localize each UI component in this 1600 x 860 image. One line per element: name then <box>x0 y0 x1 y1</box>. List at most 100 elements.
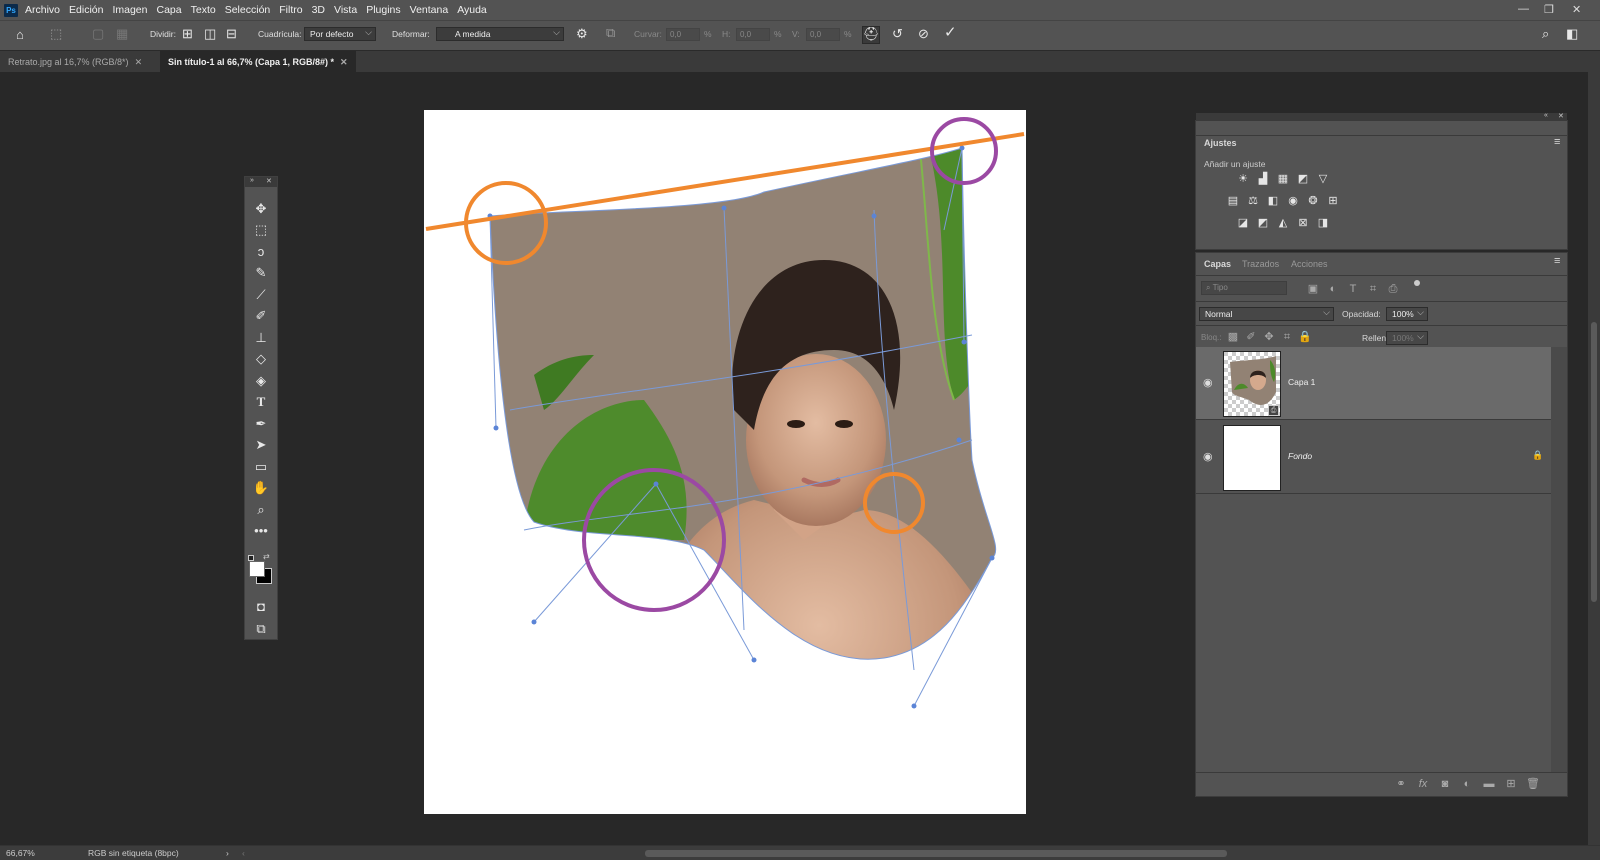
layer-row-capa-1[interactable]: ◉ ⎙ Capa 1 <box>1196 347 1551 419</box>
photo-filter-icon[interactable]: ◉ <box>1286 195 1300 207</box>
status-arrow-icon[interactable]: › <box>226 848 229 858</box>
scroll-thumb[interactable] <box>1591 322 1597 602</box>
path-select-tool-icon[interactable]: ➤ <box>245 435 277 455</box>
brightness-icon[interactable]: ☀ <box>1236 173 1250 185</box>
toolbar-header[interactable]: » ✕ <box>245 177 277 187</box>
tab-capas[interactable]: Capas <box>1204 259 1231 269</box>
color-balance-icon[interactable]: ⚖ <box>1246 195 1260 207</box>
eye-icon[interactable]: ◉ <box>1203 450 1213 463</box>
commit-check-icon[interactable]: ✓ <box>944 25 957 40</box>
lasso-tool-icon[interactable]: ↄ <box>245 242 277 262</box>
document-canvas[interactable] <box>424 110 1026 814</box>
link-layers-icon[interactable]: ⚭ <box>1394 778 1408 790</box>
menu-seleccion[interactable]: Selección <box>225 4 271 16</box>
panel-menu-icon[interactable]: ≡ <box>1554 136 1560 148</box>
menu-plugins[interactable]: Plugins <box>366 4 400 16</box>
add-mask-icon[interactable]: ◙ <box>1438 778 1452 790</box>
gradient-map-icon[interactable]: ⊠ <box>1296 217 1310 229</box>
layer-filter-select[interactable]: ⌕ Tipo <box>1201 281 1287 295</box>
new-group-icon[interactable]: ▬ <box>1482 778 1496 790</box>
lock-artboard-icon[interactable]: ⌗ <box>1280 331 1294 343</box>
rectangle-tool-icon[interactable]: ▭ <box>245 457 277 477</box>
layers-scrollbar[interactable] <box>1551 347 1567 772</box>
reset-icon[interactable]: ↺ <box>892 27 903 41</box>
warped-image[interactable] <box>424 110 1026 814</box>
swap-colors-icon[interactable]: ⇄ <box>263 552 270 561</box>
filter-toggle-icon[interactable] <box>1414 280 1420 286</box>
menu-texto[interactable]: Texto <box>191 4 216 16</box>
menu-imagen[interactable]: Imagen <box>112 4 147 16</box>
tab-ajustes[interactable]: Ajustes <box>1204 138 1237 148</box>
close-panel-icon[interactable]: ✕ <box>266 177 272 185</box>
marquee-tool-icon[interactable]: ⬚ <box>245 220 277 240</box>
cancel-icon[interactable]: ⊘ <box>918 27 929 41</box>
more-tools-icon[interactable]: ••• <box>245 521 277 541</box>
warp-select[interactable]: A medida <box>436 27 564 41</box>
quick-select-tool-icon[interactable]: ✎ <box>245 263 277 283</box>
h-input[interactable]: 0,0 <box>736 28 770 41</box>
move-tool-icon[interactable]: ✥ <box>245 199 277 219</box>
minimize-icon[interactable]: — <box>1518 3 1529 15</box>
menu-vista[interactable]: Vista <box>334 4 357 16</box>
lock-icon[interactable]: 🔒 <box>1532 450 1543 461</box>
hue-saturation-icon[interactable]: ▤ <box>1226 195 1240 207</box>
hand-tool-icon[interactable]: ✋ <box>245 478 277 498</box>
close-tab-icon[interactable]: ✕ <box>135 57 143 67</box>
eye-icon[interactable]: ◉ <box>1203 376 1213 389</box>
menu-ayuda[interactable]: Ayuda <box>457 4 487 16</box>
menu-3d[interactable]: 3D <box>312 4 325 16</box>
quick-mask-icon[interactable]: ◘ <box>245 597 277 617</box>
bend-input[interactable]: 0,0 <box>666 28 700 41</box>
menu-capa[interactable]: Capa <box>157 4 182 16</box>
invert-icon[interactable]: ◪ <box>1236 217 1250 229</box>
levels-icon[interactable]: ▟ <box>1256 173 1270 185</box>
opacity-input[interactable]: 100% <box>1386 307 1428 321</box>
filter-shape-icon[interactable]: ⌗ <box>1366 283 1380 295</box>
puppet-warp-icon[interactable]: ⛑ <box>862 26 880 44</box>
layer-style-icon[interactable]: fx <box>1416 778 1430 790</box>
brush-tool-icon[interactable]: ✐ <box>245 306 277 326</box>
type-tool-icon[interactable]: T <box>245 392 277 412</box>
menu-filtro[interactable]: Filtro <box>279 4 302 16</box>
grid-select[interactable]: Por defecto <box>304 27 376 41</box>
split-vertical-icon[interactable]: ◫ <box>204 27 216 41</box>
home-icon[interactable]: ⌂ <box>16 28 24 42</box>
close-panel-icon[interactable]: ✕ <box>1558 112 1564 120</box>
warp-orientation-icon[interactable]: ⧉ <box>606 26 615 40</box>
menu-archivo[interactable]: Archivo <box>25 4 60 16</box>
black-white-icon[interactable]: ◧ <box>1266 195 1280 207</box>
collapse-icon[interactable]: » <box>250 177 254 184</box>
tab-sin-titulo[interactable]: Sin título-1 al 66,7% (Capa 1, RGB/8#) *… <box>160 51 356 73</box>
stamp-tool-icon[interactable]: ⊥ <box>245 328 277 348</box>
channel-mixer-icon[interactable]: ❂ <box>1306 195 1320 207</box>
restore-icon[interactable]: ❐ <box>1544 3 1554 16</box>
exposure-icon[interactable]: ◩ <box>1296 173 1310 185</box>
filter-pixel-icon[interactable]: ▣ <box>1306 283 1320 295</box>
tab-acciones[interactable]: Acciones <box>1291 259 1328 269</box>
split-horizontal-icon[interactable]: ⊟ <box>226 27 237 41</box>
selective-color-icon[interactable]: ◨ <box>1316 217 1330 229</box>
horizontal-scroll-thumb[interactable] <box>645 850 1227 857</box>
blend-mode-select[interactable]: Normal <box>1199 307 1334 321</box>
gear-icon[interactable]: ⚙ <box>576 27 588 41</box>
threshold-icon[interactable]: ◭ <box>1276 217 1290 229</box>
panel-menu-icon[interactable]: ≡ <box>1554 255 1560 267</box>
delete-layer-icon[interactable]: 🗑 <box>1526 778 1540 790</box>
search-icon[interactable]: ⌕ <box>1542 27 1549 41</box>
collapse-icon[interactable]: « <box>1544 112 1548 119</box>
color-lookup-icon[interactable]: ⊞ <box>1326 195 1340 207</box>
filter-smart-object-icon[interactable]: ⎙ <box>1386 283 1400 295</box>
zoom-tool-icon[interactable]: ⌕ <box>245 500 277 520</box>
lock-transparency-icon[interactable]: ▩ <box>1226 331 1240 343</box>
lock-pixels-icon[interactable]: ✐ <box>1244 331 1258 343</box>
zoom-level[interactable]: 66,67% <box>6 848 35 858</box>
tab-retrato[interactable]: Retrato.jpg al 16,7% (RGB/8*) ✕ <box>0 51 160 73</box>
new-adjustment-layer-icon[interactable]: ◐ <box>1460 778 1474 790</box>
transform-toggle-icon[interactable]: ⬚ <box>50 27 62 41</box>
new-layer-icon[interactable]: ⊞ <box>1504 778 1518 790</box>
fill-input[interactable]: 100% <box>1386 331 1428 345</box>
menu-edicion[interactable]: Edición <box>69 4 103 16</box>
layer-name[interactable]: Fondo <box>1288 451 1312 461</box>
menu-ventana[interactable]: Ventana <box>410 4 449 16</box>
v-input[interactable]: 0,0 <box>806 28 840 41</box>
